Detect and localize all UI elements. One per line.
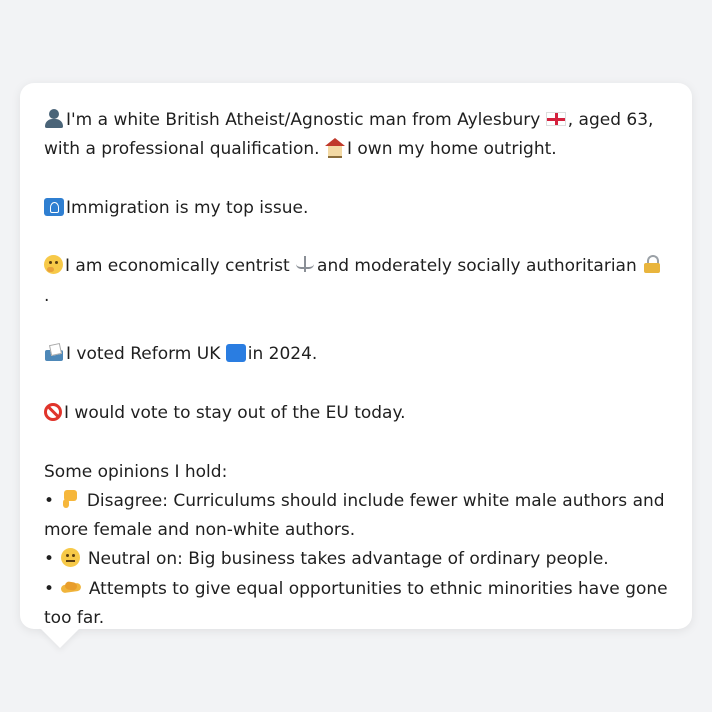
eu-paragraph: I would vote to stay out of the EU today… xyxy=(44,399,668,428)
ideology-text-2: and moderately socially authoritarian xyxy=(317,256,637,277)
chat-stage: I'm a white British Atheist/Agnostic man… xyxy=(0,0,712,712)
vote-text-1: I voted Reform UK xyxy=(66,344,221,365)
profile-message-bubble: I'm a white British Atheist/Agnostic man… xyxy=(20,83,692,629)
opinion-text-agree: Attempts to give equal opportunities to … xyxy=(44,578,668,629)
thinking-face-icon xyxy=(44,255,63,275)
england-flag-icon xyxy=(545,112,566,126)
balance-scale-icon xyxy=(295,255,315,274)
opinions-paragraph: Some opinions I hold: • Disagree: Curric… xyxy=(44,458,668,634)
ideology-paragraph: I am economically centrist and moderatel… xyxy=(44,252,668,311)
opinion-bullet: • xyxy=(44,549,55,570)
eu-text: I would vote to stay out of the EU today… xyxy=(64,402,406,423)
opinions-heading: Some opinions I hold: xyxy=(44,461,228,482)
blue-square-icon xyxy=(225,344,246,363)
immigration-paragraph: Immigration is my top issue. xyxy=(44,194,668,223)
passport-control-icon xyxy=(44,197,64,216)
opinion-bullet: • xyxy=(44,490,55,511)
intro-text-1: I'm a white British Atheist/Agnostic man… xyxy=(66,110,541,130)
ideology-text-1: I am economically centrist xyxy=(65,256,290,277)
lock-icon xyxy=(642,255,662,274)
opinion-bullet: • xyxy=(44,578,55,599)
immigration-text: Immigration is my top issue. xyxy=(66,197,309,218)
handshake-icon xyxy=(61,578,81,597)
opinion-text-neutral: Neutral on: Big business takes advantage… xyxy=(87,549,609,570)
house-icon xyxy=(324,138,345,159)
ballot-box-icon xyxy=(44,343,64,362)
thumbs-down-icon xyxy=(61,489,79,509)
vote-paragraph: I voted Reform UK in 2024. xyxy=(44,340,668,369)
vote-text-2: in 2024. xyxy=(247,344,318,365)
prohibited-icon xyxy=(44,402,62,421)
intro-text-3: I own my home outright. xyxy=(346,139,557,160)
ideology-text-3: . xyxy=(44,285,50,306)
neutral-face-icon xyxy=(61,548,81,568)
message-bubble-tail xyxy=(40,628,80,648)
intro-paragraph: I'm a white British Atheist/Agnostic man… xyxy=(44,106,668,165)
bust-silhouette-icon xyxy=(44,109,64,128)
opinion-text-disagree: Disagree: Curriculums should include few… xyxy=(44,490,665,541)
